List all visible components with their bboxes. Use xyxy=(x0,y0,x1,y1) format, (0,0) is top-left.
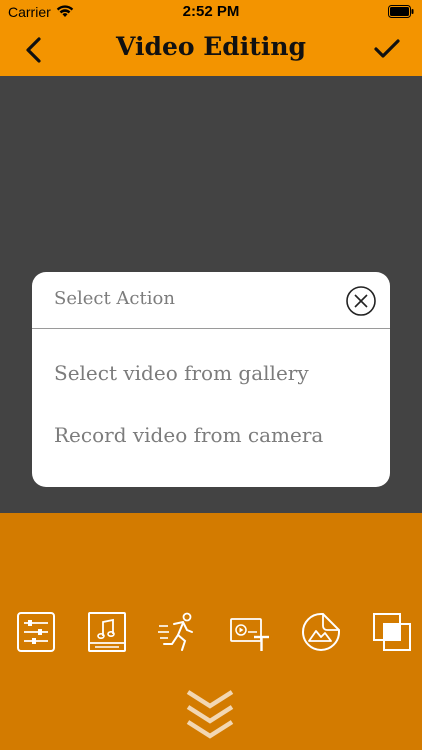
text-tool-button[interactable] xyxy=(228,610,272,654)
dialog-title: Select Action xyxy=(54,288,175,309)
close-circle-icon xyxy=(346,286,376,316)
dialog-header: Select Action xyxy=(32,272,390,329)
music-icon xyxy=(88,612,126,652)
text-overlay-icon xyxy=(230,618,269,651)
expand-toolbar-button[interactable] xyxy=(183,687,237,750)
nav-bar: Video Editing xyxy=(0,24,422,76)
triple-chevron-down-icon xyxy=(186,690,234,739)
select-action-dialog: Select Action Select video from gallery … xyxy=(32,272,390,487)
editing-toolbar xyxy=(0,513,422,750)
page-title: Video Editing xyxy=(116,32,306,61)
record-from-camera-option[interactable]: Record video from camera xyxy=(54,423,323,447)
overlay-tool-button[interactable] xyxy=(370,610,414,654)
status-time: 2:52 PM xyxy=(182,3,240,20)
adjust-tool-button[interactable] xyxy=(14,610,58,654)
close-dialog-button[interactable] xyxy=(345,285,377,322)
music-tool-button[interactable] xyxy=(85,610,129,654)
confirm-button[interactable] xyxy=(374,38,400,65)
sticker-icon xyxy=(302,613,340,651)
motion-tool-button[interactable] xyxy=(156,610,200,654)
running-person-icon xyxy=(158,612,193,651)
battery-icon xyxy=(388,5,414,23)
sticker-tool-button[interactable] xyxy=(299,610,343,654)
status-bar: Carrier 2:52 PM xyxy=(0,0,422,24)
checkmark-icon xyxy=(374,39,400,58)
select-from-gallery-option[interactable]: Select video from gallery xyxy=(54,361,309,385)
adjust-icon xyxy=(17,612,55,652)
overlay-icon xyxy=(373,613,411,651)
